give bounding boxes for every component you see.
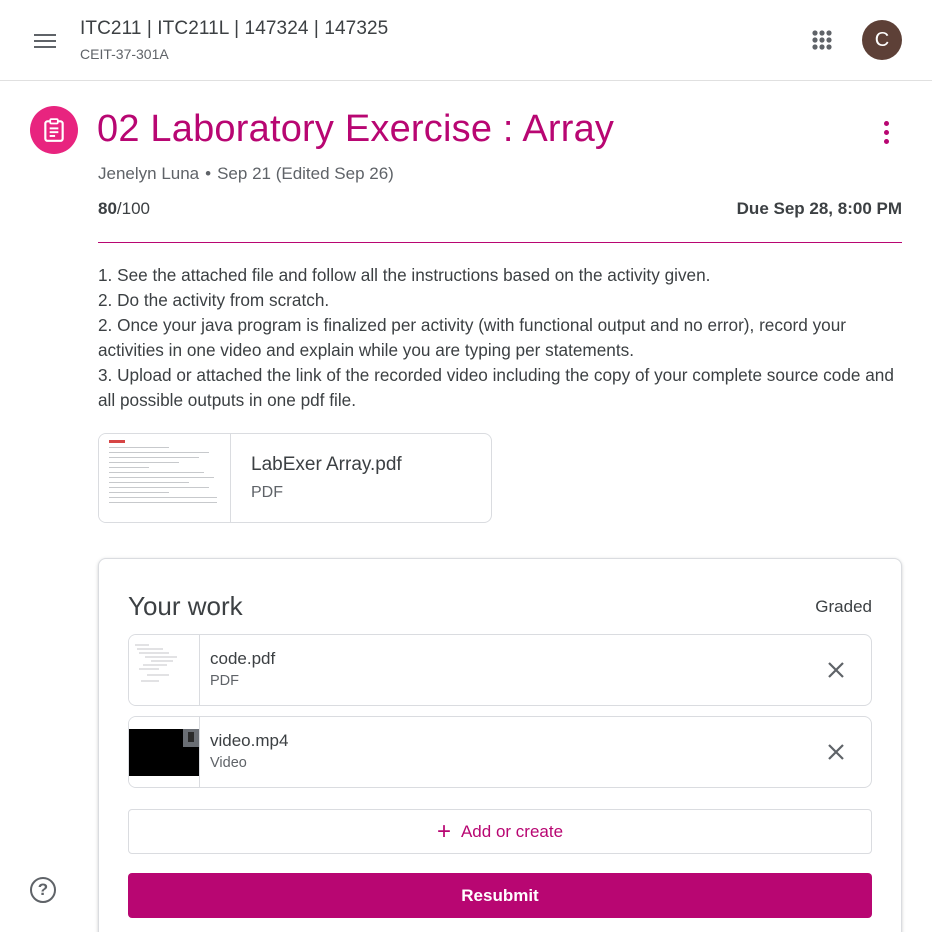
- assignment-meta: Jenelyn Luna • Sep 21 (Edited Sep 26): [98, 164, 394, 184]
- file-type: Video: [210, 755, 247, 771]
- points-earned: 80: [98, 199, 117, 218]
- instruction-line: 2. Once your java program is finalized p…: [98, 315, 847, 360]
- resubmit-button[interactable]: Resubmit: [128, 873, 872, 918]
- pdf-thumbnail: [99, 434, 231, 522]
- plus-icon: +: [436, 817, 451, 845]
- add-or-create-button[interactable]: + Add or create: [128, 809, 872, 854]
- points-total: /100: [116, 199, 151, 218]
- close-icon[interactable]: [821, 655, 851, 685]
- class-section: CEIT-37-301A: [80, 46, 169, 62]
- meta-separator: •: [205, 164, 212, 183]
- submitted-file-row[interactable]: video.mp4 Video: [128, 716, 872, 788]
- file-name: code.pdf: [210, 649, 276, 668]
- class-title[interactable]: ITC211 | ITC211L | 147324 | 147325: [80, 18, 388, 40]
- google-apps-grid-icon[interactable]: [806, 24, 838, 56]
- pdf-thumbnail: [129, 635, 200, 705]
- close-icon[interactable]: [821, 737, 851, 767]
- grade-points: 80/100: [98, 199, 150, 219]
- attachment-card[interactable]: LabExer Array.pdf PDF: [98, 433, 492, 523]
- your-work-card: Your work Graded code.pdf PDF video.mp4 …: [98, 558, 902, 932]
- attachment-name: LabExer Array.pdf: [251, 454, 402, 475]
- instructions: 1. See the attached file and follow all …: [98, 263, 908, 413]
- instruction-line: 2. Do the activity from scratch.: [98, 290, 330, 310]
- video-thumbnail: [129, 717, 200, 787]
- attachment-type: PDF: [251, 484, 283, 501]
- more-vert-icon[interactable]: [872, 116, 900, 148]
- assignment-clipboard-icon: [30, 106, 78, 154]
- header-divider: [98, 242, 902, 243]
- instruction-line: 1. See the attached file and follow all …: [98, 265, 711, 285]
- add-or-create-label: Add or create: [460, 821, 564, 841]
- instruction-line: 3. Upload or attached the link of the re…: [98, 365, 894, 410]
- assignment-title: 02 Laboratory Exercise : Array: [97, 108, 615, 150]
- work-status-badge: Graded: [815, 597, 872, 616]
- user-avatar[interactable]: C: [862, 20, 902, 60]
- help-circle-icon[interactable]: ?: [30, 877, 56, 903]
- your-work-title: Your work: [128, 591, 243, 621]
- due-date: Due Sep 28, 8:00 PM: [736, 199, 902, 218]
- author-name: Jenelyn Luna: [98, 164, 200, 183]
- top-app-bar: ITC211 | ITC211L | 147324 | 147325 CEIT-…: [0, 0, 932, 81]
- file-name: video.mp4: [210, 731, 289, 750]
- file-type: PDF: [210, 673, 239, 689]
- submitted-file-row[interactable]: code.pdf PDF: [128, 634, 872, 706]
- hamburger-menu-icon[interactable]: [26, 22, 64, 60]
- post-date: Sep 21 (Edited Sep 26): [217, 164, 394, 183]
